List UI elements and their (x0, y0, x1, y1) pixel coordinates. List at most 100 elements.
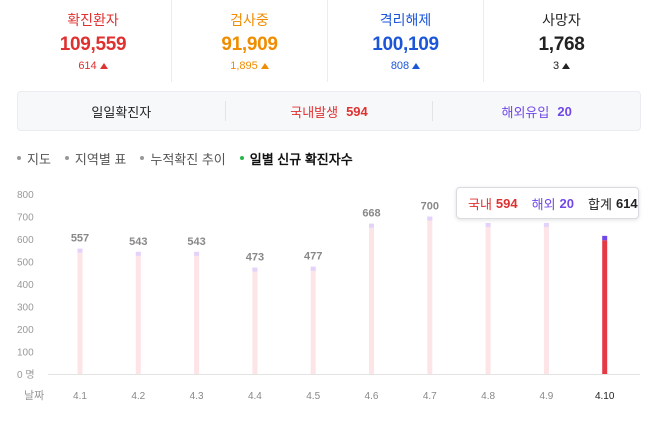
stat-change-value: 3 (552, 60, 560, 72)
bar-data-label: 700 (421, 201, 439, 213)
y-tick-label: 400 (17, 280, 34, 291)
x-axis-label: 날짜 (24, 389, 44, 402)
stat-deaths: 사망자 1,768 3 (483, 0, 639, 82)
bar (194, 251, 200, 374)
stat-released: 격리해제 100,109 808 (327, 0, 483, 82)
bar-top-cap (427, 216, 433, 221)
stat-change: 614 (15, 60, 171, 72)
bar-overseas-segment (602, 235, 608, 241)
bar-top-cap (543, 223, 549, 228)
tooltip-domestic-value: 594 (495, 195, 518, 211)
daily-label: 일일확진자 (91, 104, 152, 120)
stat-value: 100,109 (372, 34, 439, 55)
y-tick-label: 300 (17, 303, 34, 314)
domestic-label: 국내발생 (290, 104, 339, 120)
x-tick-label: 4.2 (131, 391, 145, 402)
bar-top-cap (252, 267, 258, 272)
x-tick-label: 4.10 (595, 391, 615, 402)
bullet-icon (64, 156, 69, 160)
bar-data-label: 473 (246, 252, 264, 264)
bullet-icon (239, 156, 244, 160)
bar (310, 266, 316, 374)
stat-change: 1,895 (172, 60, 327, 72)
bar-top-cap (194, 251, 200, 256)
bar-tooltip: 국내 594 해외 20 합계 614 (456, 187, 639, 219)
bar-top-cap (485, 223, 491, 228)
overseas-value: 20 (557, 103, 572, 119)
bullet-icon (17, 156, 21, 160)
tab-label: 일별 신규 확진자수 (249, 151, 353, 167)
bar (252, 267, 258, 374)
bar-domestic-segment (602, 240, 608, 374)
bar-top-cap (135, 251, 141, 256)
overseas-cases: 해외유입 20 (432, 101, 640, 121)
bar (369, 223, 374, 374)
x-tick-label: 4.3 (190, 391, 204, 402)
stat-change-value: 614 (78, 60, 97, 72)
bar (543, 223, 549, 374)
tooltip-overseas-label: 해외 (531, 196, 556, 212)
bar-data-label: 668 (362, 208, 380, 220)
stat-label: 격리해제 (379, 12, 432, 28)
up-triangle-icon (562, 63, 571, 69)
bar (135, 251, 141, 374)
stat-value: 91,909 (221, 34, 278, 55)
stat-change: 808 (328, 60, 483, 72)
tooltip-domestic-label: 국내 (468, 196, 492, 212)
bar (77, 248, 83, 374)
stat-label: 사망자 (542, 12, 581, 28)
bar-top-cap (369, 223, 374, 228)
tooltip-overseas-value: 20 (559, 195, 575, 211)
x-tick-label: 4.7 (423, 391, 437, 402)
up-triangle-icon (412, 63, 421, 69)
tab-region-table[interactable]: 지역별 표 (64, 149, 127, 167)
chart-tabs: 지도 지역별 표 누적확진 추이 일별 신규 확진자수 (17, 149, 353, 167)
stat-label: 검사중 (230, 12, 269, 28)
tab-cumulative-trend[interactable]: 누적확진 추이 (140, 149, 226, 167)
bullet-icon (140, 156, 145, 160)
x-tick-label: 4.8 (481, 391, 495, 402)
daily-confirmed-label: 일일확진자 (18, 92, 225, 130)
tooltip-total-value: 614 (615, 195, 638, 211)
x-tick-label: 4.5 (306, 391, 320, 402)
domestic-cases: 국내발생 594 (224, 101, 433, 121)
y-tick-label: 700 (17, 213, 34, 224)
stat-change-value: 808 (390, 60, 410, 72)
stat-change: 3 (484, 60, 639, 72)
y-tick-label: 500 (17, 258, 34, 269)
y-tick-label: 800 (17, 190, 34, 201)
stat-confirmed: 확진환자 109,559 614 (15, 0, 171, 82)
x-tick-label: 4.6 (365, 391, 379, 402)
domestic-value: 594 (346, 103, 368, 119)
bar-data-label: 543 (187, 236, 205, 248)
bar-data-label: 543 (129, 236, 147, 248)
bar-data-label: 557 (71, 233, 89, 245)
bar-top-cap (310, 266, 316, 271)
bar-data-label: 477 (304, 251, 322, 263)
tooltip-total-label: 합계 (588, 196, 612, 212)
stat-value: 1,768 (538, 34, 585, 55)
stat-label: 확진환자 (67, 12, 119, 28)
overseas-label: 해외유입 (501, 104, 550, 120)
daily-breakdown-bar: 일일확진자 국내발생 594 해외유입 20 (17, 91, 641, 131)
bar (427, 216, 433, 374)
y-tick-label: 200 (17, 325, 34, 336)
up-triangle-icon (99, 63, 108, 69)
tab-daily-new-cases[interactable]: 일별 신규 확진자수 (239, 149, 353, 167)
y-tick-label: 600 (17, 235, 34, 246)
y-tick-label: 0 명 (17, 369, 35, 381)
bar-top-cap (77, 248, 83, 253)
stat-value: 109,559 (59, 34, 127, 55)
y-tick-label: 100 (17, 348, 34, 359)
tab-label: 지도 (27, 151, 51, 167)
tab-map[interactable]: 지도 (17, 149, 51, 167)
x-tick-label: 4.1 (73, 391, 87, 402)
summary-stats: 확진환자 109,559 614 검사중 91,909 1,895 격리해제 1… (0, 0, 662, 82)
tab-label: 지역별 표 (74, 151, 127, 167)
bar (485, 223, 491, 374)
up-triangle-icon (260, 63, 269, 69)
stat-testing: 검사중 91,909 1,895 (171, 0, 327, 82)
x-tick-label: 4.4 (248, 391, 262, 402)
x-tick-label: 4.9 (539, 391, 553, 402)
tab-label: 누적확진 추이 (150, 151, 226, 167)
